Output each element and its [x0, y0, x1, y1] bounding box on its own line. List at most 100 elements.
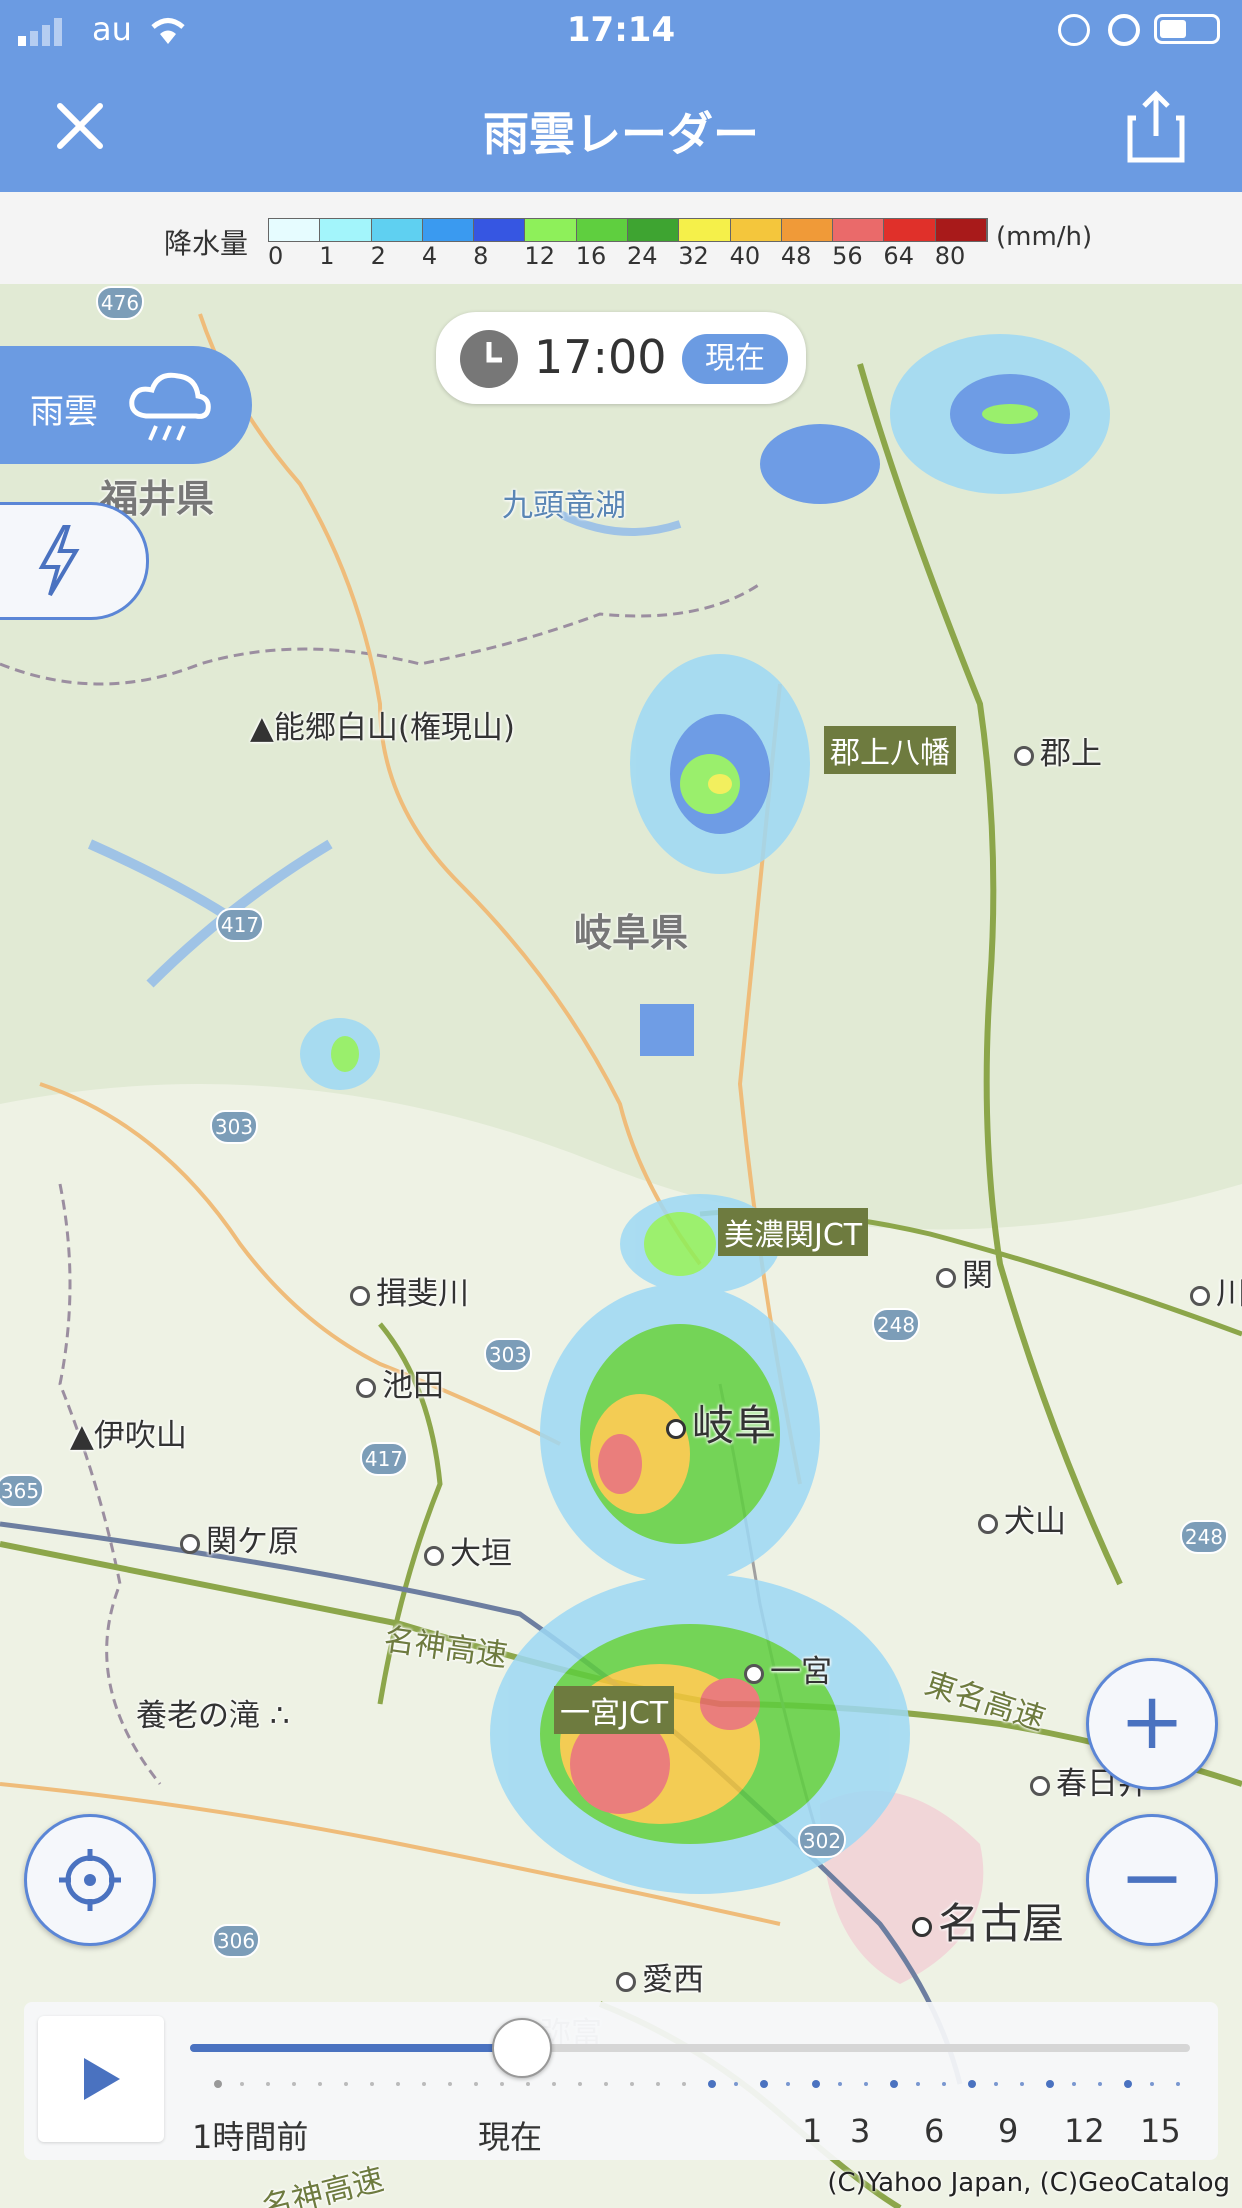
timeline-tick	[266, 2082, 270, 2086]
lake-label: 九頭竜湖	[502, 488, 626, 524]
route-shield: 303	[484, 1338, 532, 1372]
timeline-tick	[1124, 2080, 1132, 2088]
route-shield: 302	[798, 1824, 846, 1858]
legend-tick: 80	[934, 242, 966, 270]
locate-button[interactable]	[24, 1814, 156, 1946]
timeline-tick	[474, 2082, 478, 2086]
timeline-tick	[344, 2082, 348, 2086]
play-button[interactable]	[38, 2016, 164, 2142]
legend-swatch	[730, 219, 782, 241]
time-indicator: 17:00 現在	[436, 312, 806, 404]
timeline-tick	[1150, 2082, 1154, 2086]
timeline-progress	[190, 2044, 520, 2052]
prefecture-label: 岐阜県	[574, 911, 689, 955]
share-icon[interactable]	[1126, 88, 1186, 164]
timeline-tick	[708, 2080, 716, 2088]
timeline-tick	[500, 2082, 504, 2086]
rain-layer-button[interactable]: 雨雲	[0, 346, 252, 464]
timeline-tick	[682, 2082, 686, 2086]
timeline-tick	[240, 2082, 244, 2086]
timeline-tick	[422, 2082, 426, 2086]
legend-swatch	[422, 219, 475, 241]
crosshair-icon	[57, 1847, 123, 1917]
timeline-panel: 1時間前 現在 1 3 6 9 12 15	[24, 2002, 1218, 2160]
timeline-tick	[864, 2082, 868, 2086]
mountain-label: ▲伊吹山	[70, 1418, 187, 1454]
route-shield: 303	[210, 1110, 258, 1144]
orientation-lock-icon	[1058, 14, 1090, 46]
lightning-layer-button[interactable]	[0, 502, 149, 620]
route-shield: 365	[0, 1474, 44, 1508]
route-shield: 417	[216, 908, 264, 942]
timeline-ticks	[214, 2080, 1180, 2088]
nav-bar: 雨雲レーダー	[0, 60, 1242, 192]
timeline-tick	[1098, 2082, 1102, 2086]
timeline-track[interactable]	[190, 2018, 1190, 2078]
timeline-tick	[656, 2082, 660, 2086]
timeline-label: 9	[998, 2112, 1019, 2150]
timeline-tick	[994, 2082, 998, 2086]
zoom-out-button[interactable]: −	[1086, 1814, 1218, 1946]
timeline-tick	[552, 2082, 556, 2086]
timeline-tick	[630, 2082, 634, 2086]
timeline-tick	[968, 2080, 976, 2088]
mountain-label: ▲能郷白山(権現山)	[250, 710, 516, 746]
timeline-tick	[214, 2080, 222, 2088]
radar-map[interactable]: 476 417 303 303 248 417 365 248 302 306 …	[0, 284, 1242, 2208]
timeline-label: 3	[850, 2112, 871, 2150]
legend-label: 降水量	[164, 227, 249, 260]
route-shield: 417	[360, 1442, 408, 1476]
timeline-tick	[396, 2082, 400, 2086]
timeline-tick	[760, 2080, 768, 2088]
timeline-tick	[812, 2080, 820, 2088]
legend-tick: 32	[678, 242, 709, 270]
alarm-icon	[1108, 14, 1140, 46]
legend-swatch	[627, 219, 680, 241]
timeline-tick	[448, 2082, 452, 2086]
place-label: 一宮	[744, 1646, 832, 1691]
legend-ticks: 0 1 2 4 8 12 16 24 32 40 48 56 64 80	[262, 242, 1002, 276]
zoom-in-button[interactable]: +	[1086, 1658, 1218, 1790]
place-label: 愛西	[616, 1954, 704, 1999]
clock-icon	[460, 330, 518, 388]
legend-color-bar	[268, 218, 988, 242]
route-shield: 476	[96, 286, 144, 320]
timeline-tick	[292, 2082, 296, 2086]
timeline-label: 1時間前	[192, 2118, 309, 2156]
place-label: 岐阜	[666, 1392, 776, 1453]
timeline-tick	[1176, 2082, 1180, 2086]
timeline-tick	[370, 2082, 374, 2086]
legend-unit: (mm/h)	[996, 222, 1093, 252]
timeline-tick	[942, 2082, 946, 2086]
highway-label: 郡上八幡	[824, 726, 956, 774]
legend-swatch	[833, 219, 885, 241]
page-title: 雨雲レーダー	[483, 107, 759, 161]
legend-swatch	[576, 219, 628, 241]
rain-cloud-icon	[126, 370, 212, 450]
place-label: 揖斐川	[350, 1268, 469, 1313]
legend-swatch	[371, 219, 423, 241]
legend-swatch	[884, 219, 936, 241]
timeline-tick	[1072, 2082, 1076, 2086]
timeline-tick	[838, 2082, 842, 2086]
place-label: 大垣	[424, 1528, 512, 1573]
legend-tick: 1	[319, 242, 335, 270]
place-label: 関	[936, 1250, 993, 1295]
rain-layer-label: 雨雲	[30, 392, 98, 432]
place-label: 川	[1190, 1268, 1242, 1313]
timeline-tick	[890, 2080, 898, 2088]
route-shield: 248	[872, 1308, 920, 1342]
legend-tick: 40	[729, 242, 761, 270]
timeline-tick	[318, 2082, 322, 2086]
legend-tick: 4	[421, 242, 438, 270]
highway-label: 美濃関JCT	[718, 1208, 869, 1256]
radar-time: 17:00	[534, 330, 667, 384]
timeline-label: 12	[1064, 2112, 1105, 2150]
highway-label: 一宮JCT	[554, 1686, 675, 1734]
timeline-handle[interactable]	[492, 2018, 552, 2078]
timeline-tick	[786, 2082, 790, 2086]
route-shield: 248	[1180, 1520, 1228, 1554]
timeline-tick	[1020, 2082, 1024, 2086]
battery-icon	[1154, 14, 1220, 44]
lightning-icon	[34, 523, 84, 603]
